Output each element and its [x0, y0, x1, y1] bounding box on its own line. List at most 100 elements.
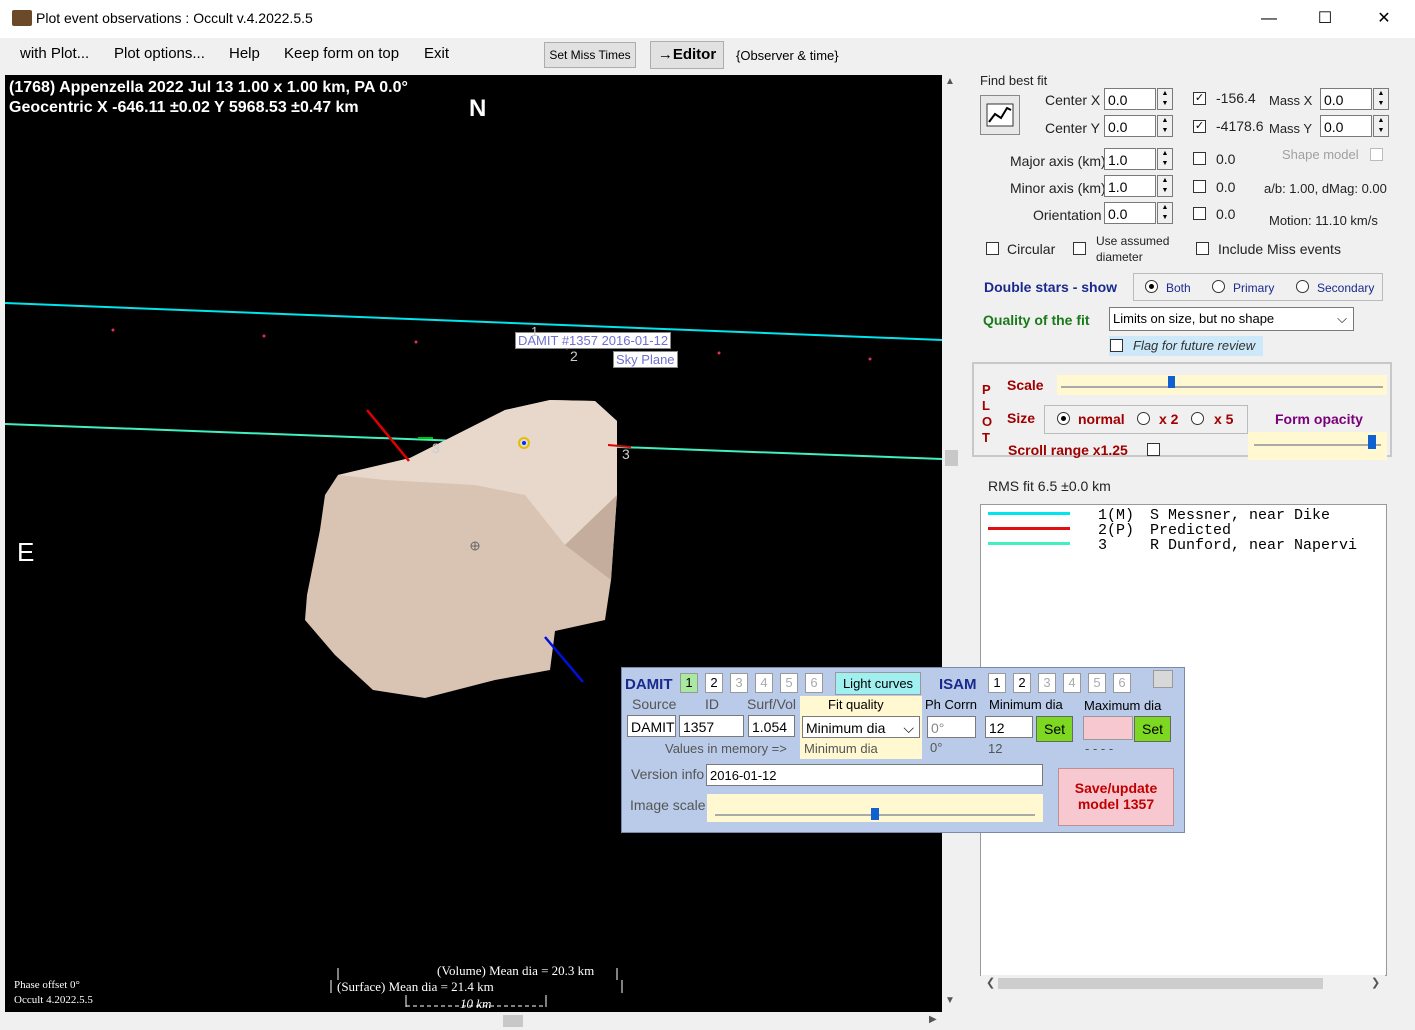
values-in-memory-label: Values in memory =>: [665, 741, 787, 756]
size-x2-radio[interactable]: [1137, 412, 1150, 425]
version-info-input[interactable]: 2016-01-12: [706, 764, 1043, 786]
mem-fit-quality: Minimum dia: [804, 741, 878, 756]
major-axis-label: Major axis (km): [1010, 153, 1106, 169]
damit-close-button[interactable]: [1153, 670, 1173, 688]
id-input[interactable]: 1357: [679, 715, 744, 737]
chord-1-line: [5, 302, 942, 341]
scroll-down-icon[interactable]: ▼: [945, 995, 955, 1006]
plot-horizontal-scrollbar[interactable]: [5, 1013, 942, 1030]
editor-button[interactable]: →Editor: [650, 41, 724, 69]
menu-plot-options[interactable]: Plot options...: [114, 45, 205, 62]
minor-axis-spinner[interactable]: ▲ ▼: [1157, 175, 1173, 197]
major-axis-checkbox[interactable]: [1193, 152, 1206, 165]
menu-exit[interactable]: Exit: [424, 45, 449, 62]
minimize-button[interactable]: —: [1240, 0, 1298, 38]
menu-with-plot[interactable]: with Plot...: [20, 45, 89, 62]
isam-model-2[interactable]: 2: [1013, 673, 1031, 693]
min-dia-set-button[interactable]: Set: [1036, 716, 1073, 742]
plot-header-2: Geocentric X -646.11 ±0.02 Y 5968.53 ±0.…: [9, 99, 359, 116]
id-label: ID: [705, 696, 719, 712]
isam-model-3[interactable]: 3: [1038, 673, 1056, 693]
ph-corrn-input[interactable]: 0°: [927, 716, 976, 738]
title-bar: Plot event observations : Occult v.4.202…: [0, 0, 1415, 38]
damit-model-6[interactable]: 6: [805, 673, 823, 693]
mem-max-dia: - - - -: [1085, 741, 1114, 756]
minor-axis-input[interactable]: 1.0: [1104, 175, 1156, 197]
opacity-thumb[interactable]: [1368, 435, 1377, 449]
maximize-button[interactable]: ☐: [1296, 0, 1354, 38]
plot-letter-o: O: [982, 414, 993, 429]
center-y-input[interactable]: 0.0: [1104, 115, 1156, 137]
diameter-label: diameter: [1096, 250, 1143, 264]
center-x-input[interactable]: 0.0: [1104, 88, 1156, 110]
close-button[interactable]: ✕: [1355, 0, 1413, 38]
plot-canvas[interactable]: (1768) Appenzella 2022 Jul 13 1.00 x 1.0…: [5, 75, 942, 1012]
flag-review-checkbox[interactable]: [1110, 339, 1123, 352]
size-normal-radio[interactable]: [1057, 412, 1070, 425]
center-x-spinner[interactable]: ▲ ▼: [1157, 88, 1173, 110]
vscroll-thumb[interactable]: [945, 450, 958, 466]
light-curves-button[interactable]: Light curves: [835, 672, 921, 695]
center-y-spinner[interactable]: ▲ ▼: [1157, 115, 1173, 137]
scroll-up-icon[interactable]: ▲: [945, 76, 955, 87]
opacity-slider[interactable]: [1248, 432, 1387, 460]
fit-quality-select[interactable]: Minimum dia ⌵: [802, 716, 920, 738]
major-axis-input[interactable]: 1.0: [1104, 148, 1156, 170]
max-dia-input[interactable]: [1083, 716, 1133, 740]
mass-x-input[interactable]: 0.0: [1320, 88, 1372, 110]
circular-checkbox[interactable]: [986, 242, 999, 255]
major-axis-spinner[interactable]: ▲ ▼: [1157, 148, 1173, 170]
hscroll-thumb[interactable]: [503, 1015, 523, 1027]
menu-help[interactable]: Help: [229, 45, 260, 62]
use-assumed-checkbox[interactable]: [1073, 242, 1086, 255]
damit-model-1[interactable]: 1: [680, 673, 698, 693]
plot-vertical-scrollbar[interactable]: [943, 75, 960, 1012]
isam-model-4[interactable]: 4: [1063, 673, 1081, 693]
orientation-spinner[interactable]: ▲ ▼: [1157, 202, 1173, 224]
app-icon: [12, 10, 32, 26]
set-miss-times-button[interactable]: Set Miss Times: [544, 42, 636, 68]
legend-scroll-left-icon[interactable]: ❮: [986, 976, 995, 989]
include-miss-checkbox[interactable]: [1196, 242, 1209, 255]
save-update-model-button[interactable]: Save/update model 1357: [1058, 768, 1174, 826]
both-radio[interactable]: [1145, 280, 1158, 293]
isam-model-6[interactable]: 6: [1113, 673, 1131, 693]
center-x-checkbox[interactable]: ✓: [1193, 92, 1206, 105]
save-model-label: model 1357: [1077, 796, 1155, 812]
max-dia-set-button[interactable]: Set: [1134, 716, 1171, 742]
damit-model-2[interactable]: 2: [705, 673, 723, 693]
damit-model-4[interactable]: 4: [755, 673, 773, 693]
isam-model-1[interactable]: 1: [988, 673, 1006, 693]
scroll-right-icon[interactable]: ▶: [929, 1014, 937, 1025]
source-input[interactable]: DAMIT: [627, 715, 676, 737]
scroll-range-checkbox[interactable]: [1147, 443, 1160, 456]
mass-y-spinner[interactable]: ▲ ▼: [1373, 115, 1389, 137]
mass-x-spinner[interactable]: ▲ ▼: [1373, 88, 1389, 110]
center-y-checkbox[interactable]: ✓: [1193, 120, 1206, 133]
motion-text: Motion: 11.10 km/s: [1269, 213, 1378, 228]
menu-keep-on-top[interactable]: Keep form on top: [284, 45, 399, 62]
primary-radio[interactable]: [1212, 280, 1225, 293]
scale-slider[interactable]: [1057, 375, 1387, 395]
primary-label: Primary: [1233, 281, 1275, 295]
image-scale-thumb[interactable]: [871, 808, 879, 820]
orientation-input[interactable]: 0.0: [1104, 202, 1156, 224]
isam-model-5[interactable]: 5: [1088, 673, 1106, 693]
surfvol-input[interactable]: 1.054: [748, 715, 795, 737]
shape-model-checkbox[interactable]: [1370, 148, 1383, 161]
legend-scroll-right-icon[interactable]: ❯: [1371, 976, 1380, 989]
size-x5-radio[interactable]: [1191, 412, 1204, 425]
legend-hscroll-thumb[interactable]: [998, 978, 1323, 989]
damit-model-5[interactable]: 5: [780, 673, 798, 693]
minor-axis-checkbox[interactable]: [1193, 180, 1206, 193]
damit-model-3[interactable]: 3: [730, 673, 748, 693]
secondary-radio[interactable]: [1296, 280, 1309, 293]
image-scale-slider[interactable]: [707, 794, 1043, 822]
plot-letter-l: L: [982, 398, 990, 413]
mass-y-input[interactable]: 0.0: [1320, 115, 1372, 137]
min-dia-input[interactable]: 12: [985, 716, 1033, 738]
orientation-checkbox[interactable]: [1193, 207, 1206, 220]
quality-select[interactable]: Limits on size, but no shape ⌵: [1109, 307, 1354, 331]
scale-thumb[interactable]: [1168, 376, 1176, 388]
find-best-fit-button[interactable]: [980, 95, 1020, 135]
